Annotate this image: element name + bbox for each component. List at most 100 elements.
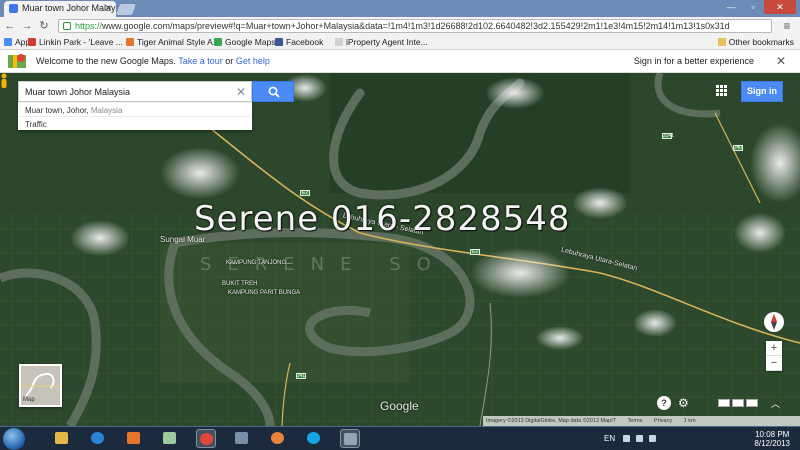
- zoom-in-button[interactable]: +: [766, 341, 782, 356]
- windows-taskbar: EN 10:08 PM 8/12/2013: [0, 426, 800, 450]
- folder-icon: [717, 38, 726, 46]
- layer-thumbnail[interactable]: [746, 399, 758, 407]
- secure-lock-icon: [63, 22, 71, 30]
- map-view-label: Map: [23, 397, 35, 403]
- bookmark-favicon-icon: [275, 38, 283, 46]
- suggestion-item[interactable]: Muar town, Johor, Malaysia: [18, 102, 252, 116]
- taskbar-skype-icon[interactable]: [304, 429, 324, 448]
- pegman-icon[interactable]: [0, 73, 8, 89]
- sign-in-better-experience-link[interactable]: Sign in for a better experience: [634, 56, 754, 66]
- layer-thumbnail[interactable]: [732, 399, 744, 407]
- bookmark-favicon-icon: [335, 38, 343, 46]
- taskbar-clock[interactable]: 10:08 PM 8/12/2013: [754, 430, 790, 448]
- tray-network-icon[interactable]: [636, 435, 643, 442]
- taskbar-network-app-icon[interactable]: [232, 429, 252, 448]
- maximize-button[interactable]: ▫: [742, 0, 764, 14]
- bookmarks-bar: Apps Linkin Park - 'Leave ... Tiger Animal…: [0, 35, 800, 50]
- bookmark-favicon-icon: [214, 38, 222, 46]
- help-icon[interactable]: ?: [657, 396, 671, 410]
- or-text: or: [225, 56, 234, 66]
- window-title-bar: Muar town Johor Malaysia ✕ — ▫ ✕: [0, 0, 800, 17]
- privacy-link[interactable]: Privacy: [654, 418, 672, 424]
- bookmark-item[interactable]: Linkin Park - 'Leave ...: [28, 37, 123, 47]
- language-indicator[interactable]: EN: [604, 434, 615, 443]
- clear-search-icon[interactable]: ✕: [236, 85, 246, 99]
- sign-in-button[interactable]: Sign in: [741, 81, 783, 102]
- watermark-subtext: SERENE SO: [200, 254, 447, 275]
- minimize-button[interactable]: —: [720, 0, 742, 14]
- apps-grid-icon[interactable]: [716, 85, 727, 96]
- take-a-tour-link[interactable]: Take a tour: [178, 56, 223, 66]
- address-bar[interactable]: https://www.google.com/maps/preview#!q=M…: [58, 19, 772, 33]
- other-bookmarks-label: Other bookmarks: [728, 37, 794, 47]
- bookmark-label: Linkin Park - 'Leave ...: [39, 37, 123, 47]
- url-scheme: https://: [75, 21, 103, 31]
- close-welcome-icon[interactable]: ✕: [776, 54, 786, 68]
- new-tab-button[interactable]: [115, 4, 137, 15]
- back-arrow-icon[interactable]: ←: [3, 19, 17, 33]
- window-close-button[interactable]: ✕: [764, 0, 796, 14]
- suggestion-sub-text: Malaysia: [90, 106, 123, 115]
- taskbar-firefox-icon[interactable]: [268, 429, 288, 448]
- other-bookmarks-folder[interactable]: Other bookmarks: [717, 37, 794, 47]
- get-help-link[interactable]: Get help: [236, 56, 270, 66]
- browser-toolbar: ← → ↻ https://www.google.com/maps/previe…: [0, 17, 800, 35]
- map-attribution: Imagery ©2013 DigitalGlobe, Map data ©20…: [483, 416, 800, 426]
- chrome-menu-icon[interactable]: ≡: [780, 19, 794, 33]
- zoom-control: + −: [766, 341, 782, 371]
- bookmark-item[interactable]: Tiger Animal Style A...: [126, 37, 220, 47]
- taskbar-chrome-icon[interactable]: [196, 429, 216, 448]
- bookmark-item[interactable]: iProperty Agent Inte...: [335, 37, 428, 47]
- start-button[interactable]: [3, 428, 25, 450]
- imagery-credit: Imagery ©2013 DigitalGlobe, Map data ©20…: [486, 418, 617, 424]
- bookmark-favicon-icon: [28, 38, 36, 46]
- road-sign-e2-b: E2: [470, 249, 480, 255]
- url-text: www.google.com/maps/preview#!q=Muar+town…: [102, 21, 730, 31]
- zoom-out-button[interactable]: −: [766, 356, 782, 371]
- search-suggestions: Muar town, Johor, Malaysia Traffic: [18, 102, 252, 130]
- bookmark-item[interactable]: Facebook: [275, 37, 323, 47]
- kampung-label-3: KAMPUNG PARIT BUNGA: [228, 290, 301, 296]
- search-button[interactable]: [252, 81, 294, 102]
- close-tab-icon[interactable]: ✕: [104, 3, 112, 14]
- road-sign-j41: J41: [296, 373, 306, 379]
- taskbar-file-manager-icon[interactable]: [160, 429, 180, 448]
- road-sign-e2-a: E2: [300, 190, 310, 196]
- taskbar-explorer-icon[interactable]: [52, 429, 72, 448]
- map-view-toggle[interactable]: Map: [19, 364, 62, 407]
- bookmark-item[interactable]: Google Maps: [214, 37, 276, 47]
- taskbar-photos-icon[interactable]: [340, 429, 360, 448]
- satellite-map[interactable]: Sungai Muar KAMPUNG TANJONG... BUKIT TRE…: [0, 73, 800, 426]
- system-tray: [623, 435, 656, 442]
- search-query-text: Muar town Johor Malaysia: [25, 87, 131, 97]
- taskbar-internet-explorer-icon[interactable]: [88, 429, 108, 448]
- chevron-up-icon[interactable]: ︿: [771, 397, 780, 410]
- suggestion-item-traffic[interactable]: Traffic: [18, 116, 252, 130]
- taskbar-media-player-icon[interactable]: [124, 429, 144, 448]
- tray-volume-icon[interactable]: [649, 435, 656, 442]
- road-sign-j40: J40: [733, 145, 743, 151]
- bookmark-label: Tiger Animal Style A...: [137, 37, 220, 47]
- google-logo: Google: [380, 399, 419, 413]
- layer-thumbnail[interactable]: [718, 399, 730, 407]
- google-maps-favicon-icon: [9, 4, 18, 13]
- search-icon: [268, 86, 280, 98]
- tab-title: Muar town Johor Malaysia: [22, 3, 116, 13]
- reload-icon[interactable]: ↻: [37, 19, 51, 33]
- clock-time: 10:08 PM: [755, 430, 790, 439]
- map-search-input[interactable]: Muar town Johor Malaysia ✕: [18, 81, 252, 102]
- forward-arrow-icon[interactable]: →: [20, 19, 34, 33]
- bookmark-label: Facebook: [286, 37, 324, 47]
- terms-link[interactable]: Terms: [628, 418, 643, 424]
- tray-flag-icon[interactable]: [623, 435, 630, 442]
- bookmark-favicon-icon: [126, 38, 134, 46]
- gear-icon[interactable]: ⚙: [678, 396, 689, 410]
- road-sign-j141: J141: [662, 133, 674, 139]
- imagery-thumbnails[interactable]: [718, 399, 758, 407]
- bookmark-label: iProperty Agent Inte...: [346, 37, 428, 47]
- compass-icon[interactable]: [764, 312, 784, 332]
- google-maps-logo-icon: [8, 54, 26, 68]
- kampung-label-2: BUKIT TREH: [222, 281, 258, 287]
- scale-bar: 1 km: [683, 418, 696, 424]
- browser-tab[interactable]: Muar town Johor Malaysia ✕: [4, 1, 116, 17]
